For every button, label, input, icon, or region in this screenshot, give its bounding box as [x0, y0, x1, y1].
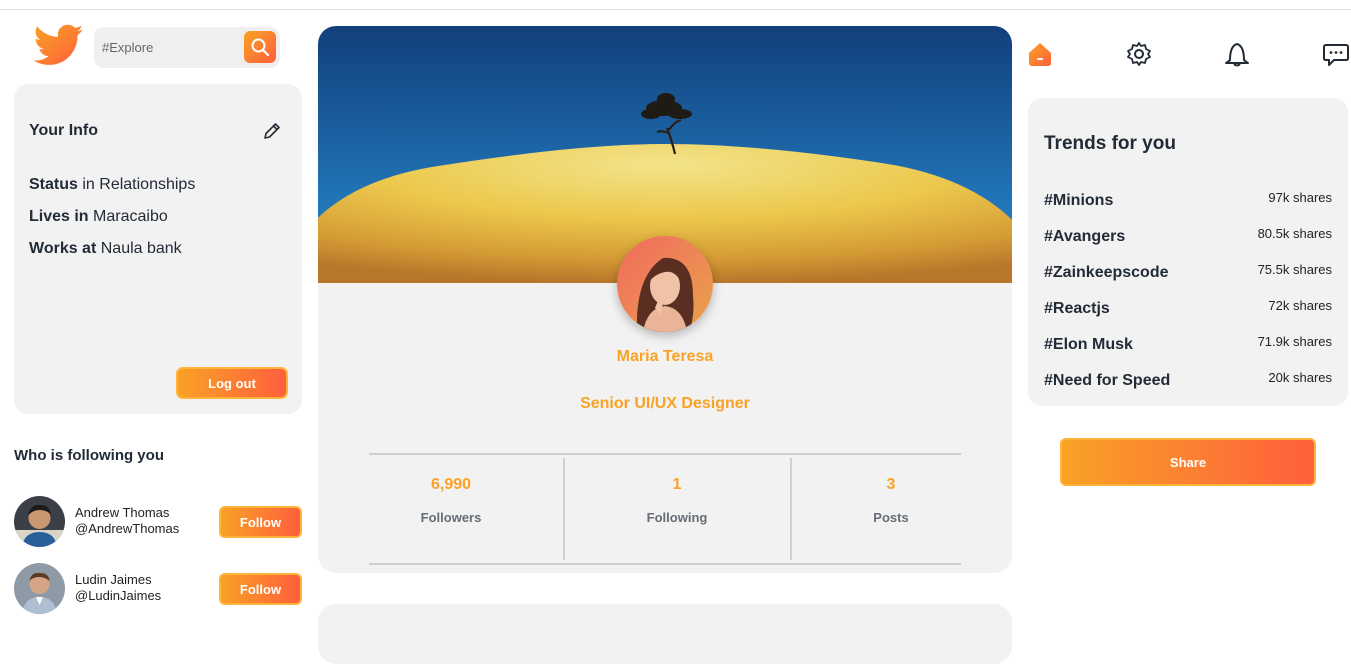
avatar[interactable]: [14, 563, 65, 614]
trend-item[interactable]: #Elon Musk 71.9k shares: [1044, 334, 1332, 356]
bell-icon[interactable]: [1223, 40, 1251, 68]
stats-divider-bottom: [369, 563, 961, 565]
avatar[interactable]: [14, 496, 65, 547]
stats-divider: [563, 458, 565, 560]
trend-tag: #Reactjs: [1044, 300, 1110, 317]
stat-value: 1: [672, 476, 682, 493]
stat-following[interactable]: 1 Following: [587, 476, 767, 525]
follow-button[interactable]: Follow: [219, 506, 302, 538]
twitter-logo-icon[interactable]: [33, 24, 84, 70]
trend-count: 97k shares: [1268, 190, 1332, 205]
stat-label: Followers: [420, 510, 482, 525]
profile-avatar[interactable]: [617, 236, 713, 332]
trend-count: 72k shares: [1268, 298, 1332, 313]
search-icon: [251, 38, 270, 57]
follower-item: Andrew Thomas @AndrewThomas Follow: [14, 496, 302, 548]
info-title: Your Info: [29, 122, 99, 139]
trend-tag: #Minions: [1044, 192, 1114, 209]
gear-icon[interactable]: [1125, 40, 1153, 68]
browser-bookmarks-strip: [0, 0, 1351, 10]
search-button[interactable]: [244, 31, 276, 63]
trend-count: 71.9k shares: [1257, 334, 1332, 349]
search-box: [94, 27, 280, 68]
post-composer-card: [318, 604, 1012, 664]
follow-button[interactable]: Follow: [219, 573, 302, 605]
chat-icon[interactable]: [1322, 40, 1350, 68]
home-icon[interactable]: [1026, 40, 1054, 68]
follower-name: Andrew Thomas: [75, 505, 170, 520]
trend-item[interactable]: #Minions 97k shares: [1044, 190, 1332, 212]
your-info-card: Your Info Status in Relationships Lives …: [14, 84, 302, 414]
trend-item[interactable]: #Zainkeepscode 75.5k shares: [1044, 262, 1332, 284]
trend-item[interactable]: #Reactjs 72k shares: [1044, 298, 1332, 320]
info-row-lives: Lives in Maracaibo: [29, 208, 168, 225]
trend-tag: #Avangers: [1044, 228, 1126, 245]
trend-tag: #Elon Musk: [1044, 336, 1133, 353]
share-button[interactable]: Share: [1060, 438, 1316, 486]
follower-item: Ludin Jaimes @LudinJaimes Follow: [14, 563, 302, 615]
info-row-status: Status in Relationships: [29, 176, 196, 193]
follower-name: Ludin Jaimes: [75, 572, 152, 587]
trend-count: 75.5k shares: [1257, 262, 1332, 277]
trend-count: 20k shares: [1268, 370, 1332, 385]
pencil-icon[interactable]: [261, 120, 283, 142]
stats-divider: [790, 458, 792, 560]
stat-followers[interactable]: 6,990 Followers: [361, 476, 541, 525]
trend-tag: #Need for Speed: [1044, 372, 1171, 389]
trends-card: Trends for you #Minions 97k shares #Avang…: [1028, 98, 1348, 406]
stat-label: Following: [646, 510, 708, 525]
follower-handle: @AndrewThomas: [75, 521, 180, 536]
trend-item[interactable]: #Need for Speed 20k shares: [1044, 370, 1332, 392]
stats-divider-top: [369, 453, 961, 455]
info-row-works: Works at Naula bank: [29, 240, 182, 257]
trends-title: Trends for you: [1044, 133, 1176, 154]
search-input[interactable]: [94, 27, 240, 68]
follower-handle: @LudinJaimes: [75, 588, 162, 603]
stat-value: 6,990: [430, 476, 472, 493]
followers-section-title: Who is following you: [14, 447, 164, 464]
trend-item[interactable]: #Avangers 80.5k shares: [1044, 226, 1332, 248]
profile-title: Senior UI/UX Designer: [580, 395, 750, 412]
stat-value: 3: [886, 476, 896, 493]
profile-name: Maria Teresa: [616, 348, 714, 365]
trend-count: 80.5k shares: [1257, 226, 1332, 241]
stat-posts[interactable]: 3 Posts: [801, 476, 981, 525]
stat-label: Posts: [873, 510, 909, 525]
logout-button[interactable]: Log out: [176, 367, 288, 399]
profile-card: Maria Teresa Senior UI/UX Designer 6,990…: [318, 26, 1012, 573]
trend-tag: #Zainkeepscode: [1044, 264, 1169, 281]
